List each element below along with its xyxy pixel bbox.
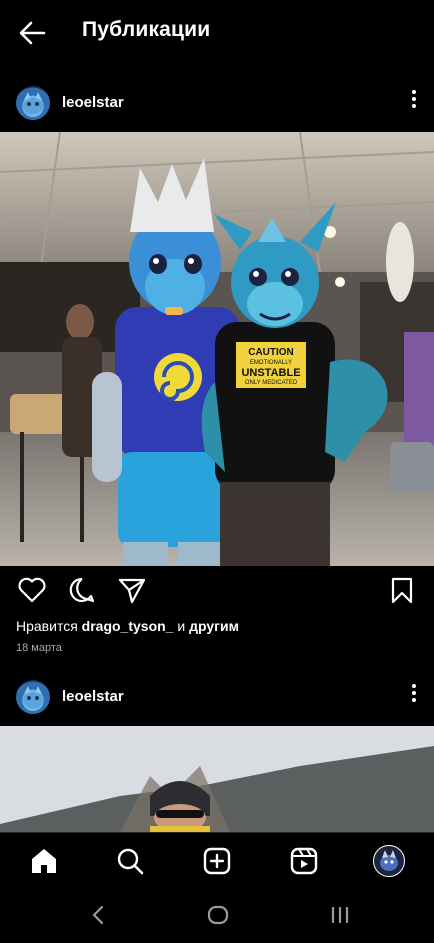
username[interactable]: leoelstar: [62, 688, 124, 705]
comment-icon[interactable]: [66, 574, 98, 606]
heart-icon[interactable]: [16, 574, 48, 606]
reels-icon[interactable]: [288, 845, 320, 877]
post-header: leoelstar: [0, 668, 434, 728]
more-vertical-icon[interactable]: [410, 90, 418, 114]
recent-apps-icon[interactable]: [328, 902, 352, 928]
post-date: 18 марта: [16, 642, 62, 654]
shirt-caution-text: CAUTION: [248, 347, 294, 358]
top-bar: Публикации: [0, 0, 434, 64]
profile-avatar[interactable]: [373, 845, 405, 877]
avatar[interactable]: [16, 680, 50, 714]
home-icon[interactable]: [28, 845, 60, 877]
chevron-left-icon[interactable]: [86, 902, 110, 928]
bottom-nav: [0, 832, 434, 889]
search-icon[interactable]: [114, 845, 146, 877]
more-vertical-icon[interactable]: [410, 684, 418, 708]
post-photo[interactable]: [0, 726, 434, 832]
likes-conjunction: и: [173, 618, 190, 634]
shirt-emotionally-text: EMOTIONALLY: [250, 360, 292, 366]
liked-by-others[interactable]: другим: [189, 618, 239, 634]
likes-prefix: Нравится: [16, 618, 82, 634]
avatar[interactable]: [16, 86, 50, 120]
arrow-left-icon[interactable]: [18, 20, 46, 46]
page-title: Публикации: [82, 18, 211, 41]
shirt-medicated-text: ONLY MEDICATED: [245, 380, 298, 386]
bookmark-icon[interactable]: [386, 574, 418, 606]
post-actions: [0, 574, 434, 610]
post-photo[interactable]: CAUTION EMOTIONALLY UNSTABLE ONLY MEDICA…: [0, 132, 434, 566]
likes-text: Нравится drago_tyson_ и другим: [16, 618, 239, 634]
liked-by-user[interactable]: drago_tyson_: [82, 618, 174, 634]
plus-square-icon[interactable]: [201, 845, 233, 877]
username[interactable]: leoelstar: [62, 94, 124, 111]
shirt-unstable-text: UNSTABLE: [241, 367, 300, 379]
send-icon[interactable]: [116, 574, 148, 606]
post-header: leoelstar: [0, 74, 434, 134]
system-nav-bar: [0, 888, 434, 943]
circle-home-icon[interactable]: [206, 902, 230, 928]
